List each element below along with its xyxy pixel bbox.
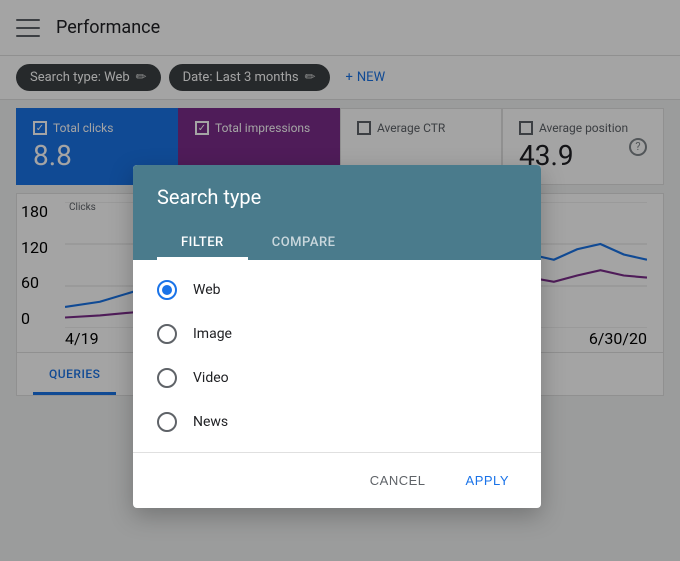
radio-news-label: News — [193, 414, 228, 430]
modal-header: Search type FILTER COMPARE — [133, 165, 541, 260]
radio-image-circle — [157, 324, 177, 344]
radio-image-label: Image — [193, 326, 232, 342]
modal-footer: CANCEL APPLY — [133, 452, 541, 508]
apply-button[interactable]: APPLY — [450, 465, 525, 496]
search-type-modal: Search type FILTER COMPARE Web Image Vid… — [133, 165, 541, 508]
filter-tab-label: FILTER — [181, 235, 224, 250]
radio-option-web[interactable]: Web — [133, 268, 541, 312]
radio-news-circle — [157, 412, 177, 432]
modal-body: Web Image Video News — [133, 260, 541, 452]
radio-option-image[interactable]: Image — [133, 312, 541, 356]
cancel-button[interactable]: CANCEL — [354, 465, 442, 496]
radio-option-news[interactable]: News — [133, 400, 541, 444]
radio-video-label: Video — [193, 370, 229, 386]
modal-tab-filter[interactable]: FILTER — [157, 225, 248, 260]
modal-title: Search type — [157, 185, 517, 209]
radio-video-circle — [157, 368, 177, 388]
radio-option-video[interactable]: Video — [133, 356, 541, 400]
radio-web-circle — [157, 280, 177, 300]
radio-web-inner — [162, 285, 172, 295]
radio-web-label: Web — [193, 282, 221, 298]
compare-tab-label: COMPARE — [272, 235, 336, 250]
modal-tab-compare[interactable]: COMPARE — [248, 225, 360, 260]
modal-tabs: FILTER COMPARE — [157, 225, 517, 260]
